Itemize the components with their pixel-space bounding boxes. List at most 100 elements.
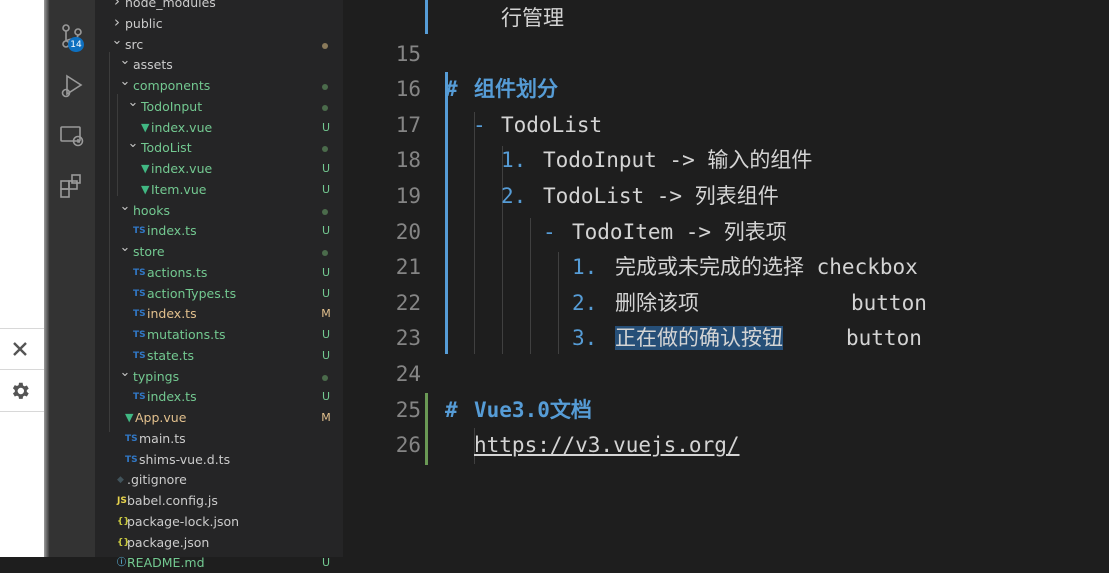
scm-badge: 14	[68, 37, 84, 52]
tree-folder-typings[interactable]: ⌄ typings	[95, 365, 343, 387]
chevron-down-icon[interactable]: ⌄	[127, 136, 139, 152]
code-text: button	[851, 290, 927, 315]
ts-file-icon: TS	[133, 392, 146, 403]
chevron-down-icon[interactable]: ⌄	[119, 365, 131, 381]
tree-file-item[interactable]: TS index.ts U	[95, 387, 343, 407]
tree-file-item[interactable]: TS mutations.ts U	[95, 325, 343, 345]
chevron-down-icon[interactable]: ⌄	[111, 33, 123, 49]
chevron-down-icon[interactable]: ⌄	[119, 53, 131, 69]
git-status-dot	[322, 374, 328, 381]
remote-explorer-icon[interactable]	[58, 122, 86, 150]
list-marker: 1.	[501, 148, 527, 173]
tree-item-label: actions.ts	[147, 264, 208, 280]
tree-item-label: package.json	[127, 534, 210, 550]
code-text: TodoList	[501, 112, 603, 137]
tree-file-item[interactable]: TS shims-vue.d.ts	[95, 450, 343, 470]
tree-item-label: state.ts	[147, 347, 195, 363]
code-text: button	[846, 326, 922, 351]
ts-file-icon: TS	[133, 288, 146, 299]
line-number: 17	[395, 112, 421, 137]
code-line: TodoItem -> 列表项	[572, 214, 787, 250]
change-indicator	[445, 72, 448, 354]
activity-bar: 14	[50, 0, 95, 557]
ts-file-icon: TS	[133, 330, 146, 340]
tree-file-item[interactable]: ⓘ README.md U	[95, 553, 343, 573]
git-status-untracked: U	[321, 265, 331, 279]
tree-item-label: index.vue	[151, 119, 213, 135]
ts-file-icon: TS	[125, 454, 138, 465]
tree-file-item[interactable]: {} package-lock.json	[95, 512, 343, 532]
tree-file-item[interactable]: ▼ App.vue M	[95, 408, 343, 428]
js-file-icon: JS	[117, 496, 127, 506]
git-file-icon: ◆	[117, 475, 124, 486]
line-number: 22	[395, 290, 421, 315]
tree-item-label: mutations.ts	[147, 327, 226, 342]
tree-file-item[interactable]: {} package.json	[95, 533, 343, 553]
list-marker: 2.	[572, 290, 598, 315]
tree-item-label: store	[133, 244, 165, 259]
tree-folder-public[interactable]: › public	[95, 14, 343, 34]
tree-file-item[interactable]: TS actions.ts U	[95, 263, 343, 283]
tree-folder-todolist[interactable]: ⌄ TodoList	[95, 136, 343, 158]
indent-guide	[558, 252, 559, 354]
git-status-dot	[322, 104, 328, 111]
tree-file-item[interactable]: TS main.ts	[95, 429, 343, 449]
gear-icon[interactable]	[8, 379, 32, 403]
tree-file-item[interactable]: TS index.ts M	[95, 304, 343, 324]
tree-folder-node_modules[interactable]: › node_modules	[95, 0, 343, 13]
chevron-down-icon[interactable]: ⌄	[119, 199, 131, 215]
git-status-untracked: U	[321, 162, 331, 175]
code-line: TodoInput -> 输入的组件	[543, 142, 812, 178]
tree-item-label: shims-vue.d.ts	[139, 451, 231, 467]
line-number: 24	[395, 362, 421, 386]
extensions-icon[interactable]	[58, 172, 86, 200]
chevron-down-icon[interactable]: ⌄	[119, 240, 131, 256]
tree-folder-store[interactable]: ⌄ store	[95, 240, 343, 262]
heading-text: 组件划分	[474, 77, 558, 102]
tree-folder-src[interactable]: ⌄ src	[95, 33, 343, 55]
ts-file-icon: TS	[133, 350, 146, 361]
tree-item-label: App.vue	[135, 410, 187, 425]
tree-item-label: index.vue	[151, 161, 213, 176]
ts-file-icon: TS	[133, 309, 146, 320]
run-debug-icon[interactable]	[58, 72, 86, 100]
git-status-modified: M	[321, 307, 331, 321]
tree-file-item[interactable]: TS index.ts U	[95, 221, 343, 241]
chevron-down-icon[interactable]: ⌄	[119, 74, 131, 90]
md-file-icon: ⓘ	[117, 558, 127, 569]
link-text: https://v3.vuejs.org/	[474, 427, 740, 463]
chevron-right-icon[interactable]: ›	[111, 0, 123, 9]
heading-text: Vue3.0文档	[474, 397, 592, 422]
tree-file-item[interactable]: TS state.ts U	[95, 346, 343, 366]
code-line: 行管理	[501, 0, 564, 36]
selected-text: 正在做的确认按钮	[615, 326, 783, 351]
tree-file-item[interactable]: TS actionTypes.ts U	[95, 284, 343, 304]
tree-item-label: Item.vue	[151, 181, 207, 197]
ts-file-icon: TS	[125, 433, 138, 444]
tree-file-item[interactable]: ▼ index.vue U	[95, 159, 343, 179]
explorer-sidebar: › node_modules › public ⌄ src ⌄ assets ⌄ componen…	[95, 0, 343, 570]
line-number: 18	[395, 148, 421, 173]
git-status-dot	[322, 146, 328, 153]
tree-file-item[interactable]: ▼ index.vue U	[95, 118, 343, 138]
tree-item-label: assets	[133, 57, 173, 73]
tree-file-item[interactable]: ◆ .gitignore	[95, 470, 343, 490]
close-icon[interactable]	[8, 337, 32, 361]
chevron-right-icon[interactable]: ›	[111, 14, 123, 30]
tree-file-item[interactable]: JS babel.config.js	[95, 491, 343, 511]
tree-file-item[interactable]: ▼ Item.vue U	[95, 180, 343, 200]
code-line: TodoList -> 列表组件	[543, 178, 779, 214]
tree-item-label: TodoList	[141, 140, 192, 156]
vue-file-icon: ▼	[125, 411, 134, 424]
tree-item-label: index.ts	[147, 223, 197, 239]
tree-folder-hooks[interactable]: ⌄ hooks	[95, 199, 343, 221]
vue-file-icon: ▼	[141, 182, 150, 196]
tree-folder-components[interactable]: ⌄ components	[95, 74, 343, 96]
ts-file-icon: TS	[133, 267, 146, 278]
git-status-untracked: U	[321, 286, 331, 300]
chevron-down-icon[interactable]: ⌄	[127, 95, 139, 111]
code-editor[interactable]: 行管理 15 16 # 组件划分 17- TodoList 18 1. TodoInput -> …	[343, 0, 1109, 557]
tree-folder-assets[interactable]: ⌄ assets	[95, 53, 343, 75]
code-line: 完成或未完成的选择 checkbox	[615, 249, 918, 285]
tree-folder-todoinput[interactable]: ⌄ TodoInput	[95, 95, 343, 117]
